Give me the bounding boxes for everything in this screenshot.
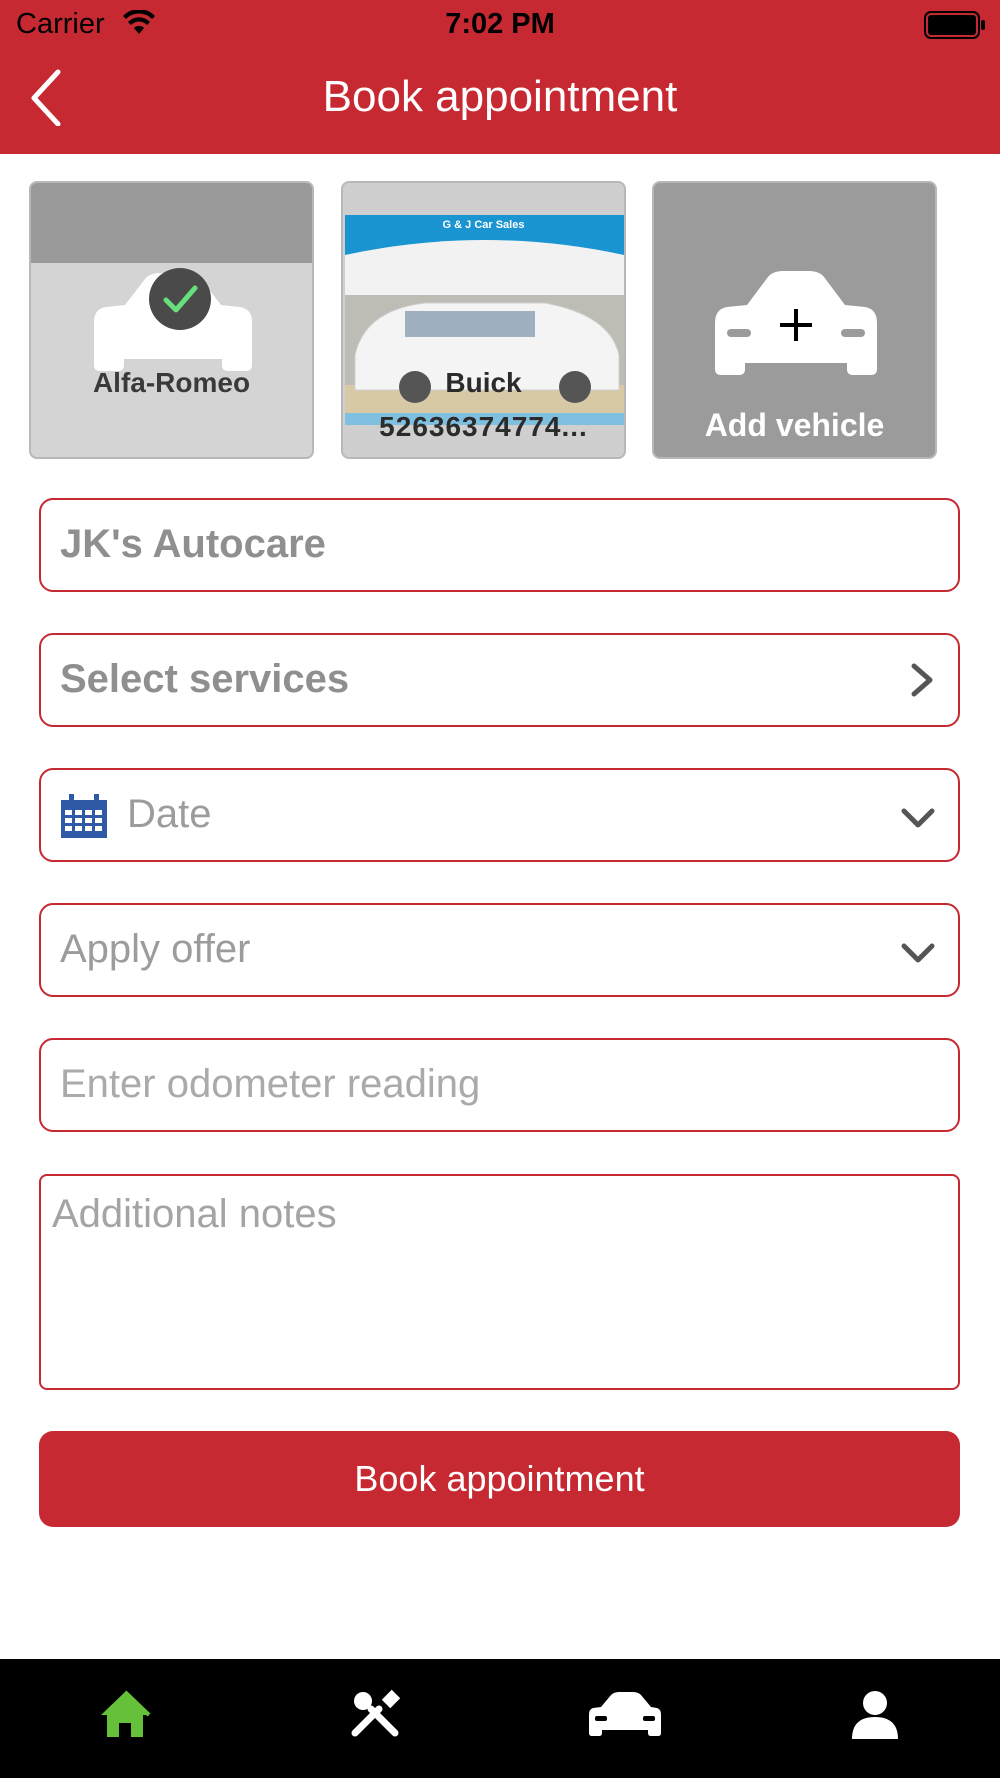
tab-bar: [0, 1659, 1000, 1778]
apply-offer-field[interactable]: Apply offer: [39, 903, 960, 997]
chevron-down-icon: [901, 943, 935, 963]
tab-home[interactable]: [0, 1659, 250, 1778]
vehicle-vin: 52636374774...: [379, 411, 588, 442]
offer-placeholder: Apply offer: [60, 927, 251, 971]
calendar-icon: [61, 794, 107, 838]
add-vehicle-label: Add vehicle: [704, 407, 885, 443]
book-appointment-button[interactable]: Book appointment: [39, 1431, 960, 1527]
page-title: Book appointment: [322, 72, 678, 121]
odometer-placeholder: Enter odometer reading: [60, 1062, 481, 1106]
vehicle-name: Alfa-Romeo: [92, 367, 251, 398]
select-services-field[interactable]: Select services: [39, 633, 960, 727]
shop-field[interactable]: JK's Autocare: [39, 498, 960, 592]
home-icon: [101, 1690, 151, 1737]
clock: 7:02 PM: [445, 8, 555, 40]
shop-name: JK's Autocare: [60, 522, 326, 566]
header: Carrier 7:02 PM Book appointment: [0, 0, 1000, 154]
car-icon: [589, 1692, 661, 1736]
vehicle-name: Buick: [445, 367, 522, 398]
additional-notes-textarea[interactable]: Additional notes: [39, 1174, 960, 1390]
battery-icon: [924, 11, 985, 39]
add-car-icon: [715, 271, 877, 375]
notes-placeholder: Additional notes: [52, 1192, 337, 1236]
card-band: [31, 183, 312, 263]
tab-profile[interactable]: [750, 1659, 1000, 1778]
vehicle-card-buick[interactable]: G & J Car Sales Buick 52636374774...: [341, 181, 626, 459]
photo-banner: G & J Car Sales: [442, 219, 525, 231]
tools-icon: [351, 1689, 401, 1737]
status-bar: Carrier 7:02 PM: [0, 0, 1000, 50]
date-field[interactable]: Date: [39, 768, 960, 862]
chevron-right-icon: [911, 663, 933, 697]
selected-check-icon: [149, 268, 211, 330]
profile-icon: [852, 1691, 898, 1739]
date-placeholder: Date: [127, 792, 212, 836]
chevron-down-icon: [901, 808, 935, 828]
tab-services[interactable]: [250, 1659, 500, 1778]
services-label: Select services: [60, 657, 350, 701]
vehicle-card-alfa-romeo[interactable]: Alfa-Romeo: [29, 181, 314, 459]
vehicle-selector: Alfa-Romeo G & J Car Sales Buick 5263637…: [0, 181, 1000, 461]
tab-vehicles[interactable]: [500, 1659, 750, 1778]
odometer-input[interactable]: Enter odometer reading: [39, 1038, 960, 1132]
add-vehicle-card[interactable]: Add vehicle: [652, 181, 937, 459]
